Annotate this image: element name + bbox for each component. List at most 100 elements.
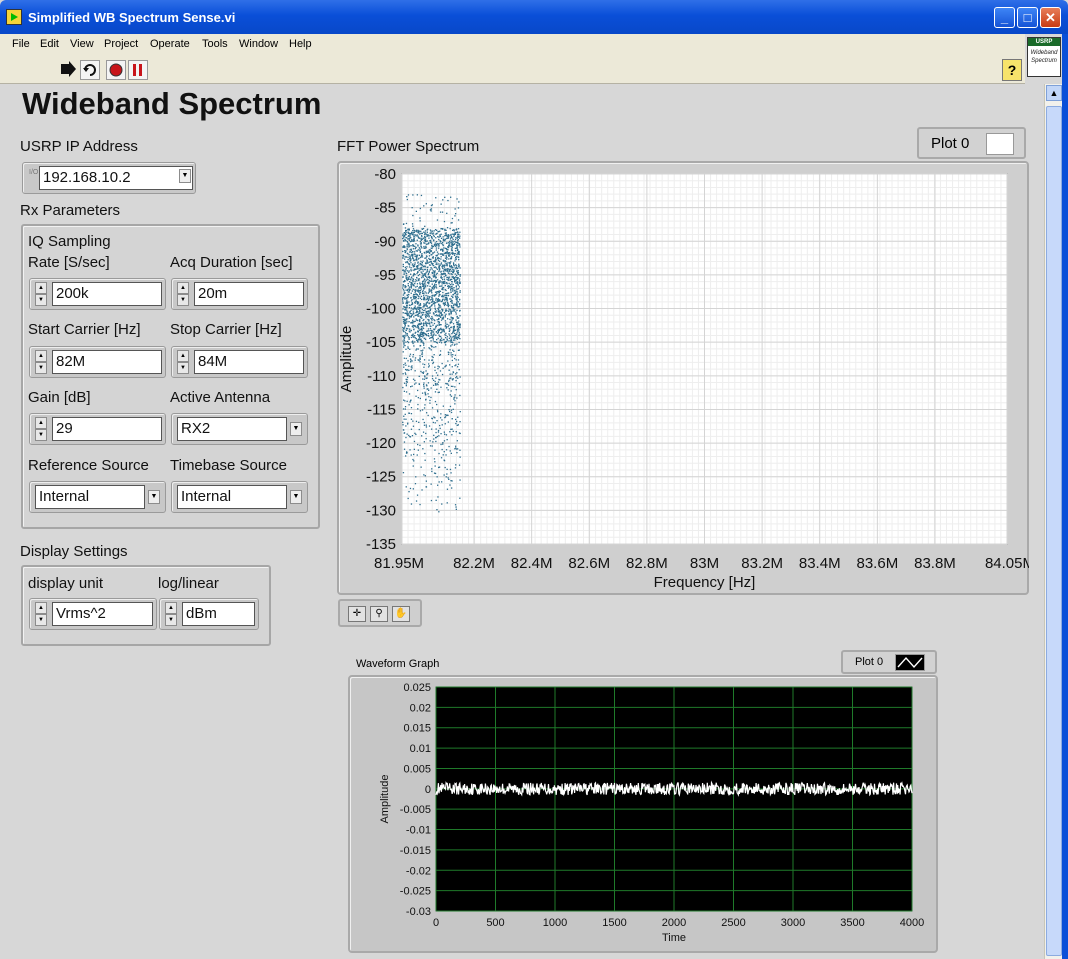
increment-arrow-icon[interactable]: ▲ xyxy=(177,350,189,362)
display-unit-field[interactable]: Vrms^2 xyxy=(52,602,153,626)
usrp-ip-field[interactable]: 192.168.10.2 xyxy=(39,166,193,190)
gain-field[interactable]: 29 xyxy=(52,417,162,441)
decrement-arrow-icon[interactable]: ▼ xyxy=(35,362,47,374)
dropdown-arrow-icon[interactable]: ▼ xyxy=(290,422,302,436)
dropdown-arrow-icon[interactable]: ▼ xyxy=(179,169,191,183)
reference-source-ring[interactable]: Internal ▼ xyxy=(29,481,166,513)
timebase-source-ring[interactable]: Internal ▼ xyxy=(171,481,308,513)
gain-spinner[interactable]: ▲ ▼ xyxy=(35,417,47,441)
fft-data-point xyxy=(455,447,457,449)
abort-button[interactable] xyxy=(106,60,126,80)
fft-data-point xyxy=(420,307,422,309)
acq-duration-field[interactable]: 20m xyxy=(194,282,304,306)
acq-duration-control[interactable]: ▲ ▼ 20m xyxy=(171,278,308,310)
fft-legend-swatch[interactable] xyxy=(986,133,1014,155)
menu-file[interactable]: File xyxy=(12,38,30,50)
decrement-arrow-icon[interactable]: ▼ xyxy=(35,614,47,626)
increment-arrow-icon[interactable]: ▲ xyxy=(165,602,177,614)
fft-data-point xyxy=(434,369,436,372)
fft-data-point xyxy=(412,319,414,321)
display-unit-spinner[interactable]: ▲ ▼ xyxy=(35,602,47,626)
waveform-plot-legend[interactable]: Plot 0 xyxy=(841,650,937,674)
stop-carrier-field[interactable]: 84M xyxy=(194,350,304,374)
fft-data-point xyxy=(437,243,439,245)
context-help-button[interactable]: ? xyxy=(1002,59,1022,81)
fft-data-point xyxy=(439,424,441,427)
menu-window[interactable]: Window xyxy=(239,38,278,50)
start-carrier-control[interactable]: ▲ ▼ 82M xyxy=(29,346,166,378)
fft-data-point xyxy=(452,326,455,328)
fft-data-point xyxy=(418,336,421,339)
fft-data-point xyxy=(406,270,408,272)
active-antenna-ring[interactable]: RX2 ▼ xyxy=(171,413,308,445)
fft-data-point xyxy=(429,399,431,402)
fft-data-point xyxy=(420,295,423,298)
menu-tools[interactable]: Tools xyxy=(202,38,228,50)
increment-arrow-icon[interactable]: ▲ xyxy=(35,350,47,362)
fft-data-point xyxy=(440,256,442,258)
fft-data-point xyxy=(456,249,459,252)
fft-data-point xyxy=(417,289,419,291)
display-unit-control[interactable]: ▲ ▼ Vrms^2 xyxy=(29,598,157,630)
minimize-button[interactable]: _ xyxy=(994,7,1015,28)
decrement-arrow-icon[interactable]: ▼ xyxy=(35,294,47,306)
waveform-legend-swatch[interactable] xyxy=(895,654,925,671)
fft-data-point xyxy=(457,323,459,325)
log-linear-control[interactable]: ▲ ▼ dBm xyxy=(159,598,259,630)
timebase-source-field[interactable]: Internal xyxy=(177,485,287,509)
decrement-arrow-icon[interactable]: ▼ xyxy=(35,429,47,441)
pause-button[interactable] xyxy=(128,60,148,80)
start-carrier-spinner[interactable]: ▲ ▼ xyxy=(35,350,47,374)
fft-data-point xyxy=(419,303,422,305)
stop-carrier-control[interactable]: ▲ ▼ 84M xyxy=(171,346,308,378)
increment-arrow-icon[interactable]: ▲ xyxy=(177,282,189,294)
run-button[interactable] xyxy=(58,60,78,80)
fft-plot-legend[interactable]: Plot 0 xyxy=(917,127,1026,159)
run-continuously-button[interactable] xyxy=(80,60,100,80)
fft-data-point xyxy=(440,433,442,435)
decrement-arrow-icon[interactable]: ▼ xyxy=(177,294,189,306)
scrollbar-thumb[interactable] xyxy=(1046,106,1062,956)
log-linear-spinner[interactable]: ▲ ▼ xyxy=(165,602,177,626)
active-antenna-field[interactable]: RX2 xyxy=(177,417,287,441)
menu-view[interactable]: View xyxy=(70,38,94,50)
stop-carrier-spinner[interactable]: ▲ ▼ xyxy=(177,350,189,374)
waveform-graph[interactable]: 0 500 1000 1500 2000 2500 3000 3500 40000.0250.0… xyxy=(348,675,938,953)
fft-data-point xyxy=(425,233,428,235)
dropdown-arrow-icon[interactable]: ▼ xyxy=(148,490,160,504)
iq-rate-spinner[interactable]: ▲ ▼ xyxy=(35,282,47,306)
iq-rate-field[interactable]: 200k xyxy=(52,282,162,306)
fft-data-point xyxy=(408,266,411,268)
pan-hand-icon[interactable]: ✋ xyxy=(392,606,410,622)
fft-power-spectrum-graph[interactable]: -80-85-90-95-100-105-110-115-120-125-130… xyxy=(337,161,1029,595)
menu-edit[interactable]: Edit xyxy=(40,38,59,50)
zoom-tool-icon[interactable]: ⚲ xyxy=(370,606,388,622)
close-button[interactable]: ✕ xyxy=(1040,7,1061,28)
log-linear-field[interactable]: dBm xyxy=(182,602,255,626)
increment-arrow-icon[interactable]: ▲ xyxy=(35,417,47,429)
menu-operate[interactable]: Operate xyxy=(150,38,190,50)
menu-project[interactable]: Project xyxy=(104,38,138,50)
fft-data-point xyxy=(450,411,453,414)
maximize-button[interactable]: □ xyxy=(1017,7,1038,28)
gain-control[interactable]: ▲ ▼ 29 xyxy=(29,413,166,445)
menu-help[interactable]: Help xyxy=(289,38,312,50)
fft-data-point xyxy=(403,346,405,348)
decrement-arrow-icon[interactable]: ▼ xyxy=(165,614,177,626)
fft-data-point xyxy=(403,390,405,392)
increment-arrow-icon[interactable]: ▲ xyxy=(35,282,47,294)
fft-data-point xyxy=(406,278,408,280)
fft-data-point xyxy=(414,483,417,485)
acq-duration-spinner[interactable]: ▲ ▼ xyxy=(177,282,189,306)
usrp-ip-control[interactable]: I/O 192.168.10.2 ▼ xyxy=(22,162,196,194)
dropdown-arrow-icon[interactable]: ▼ xyxy=(290,490,302,504)
iq-rate-control[interactable]: ▲ ▼ 200k xyxy=(29,278,166,310)
increment-arrow-icon[interactable]: ▲ xyxy=(35,602,47,614)
cursor-tool-icon[interactable]: ✛ xyxy=(348,606,366,622)
vertical-scrollbar[interactable]: ▲ xyxy=(1044,84,1062,959)
reference-source-field[interactable]: Internal xyxy=(35,485,145,509)
fft-data-point xyxy=(428,279,431,282)
decrement-arrow-icon[interactable]: ▼ xyxy=(177,362,189,374)
scroll-up-arrow-icon[interactable]: ▲ xyxy=(1046,85,1062,101)
start-carrier-field[interactable]: 82M xyxy=(52,350,162,374)
